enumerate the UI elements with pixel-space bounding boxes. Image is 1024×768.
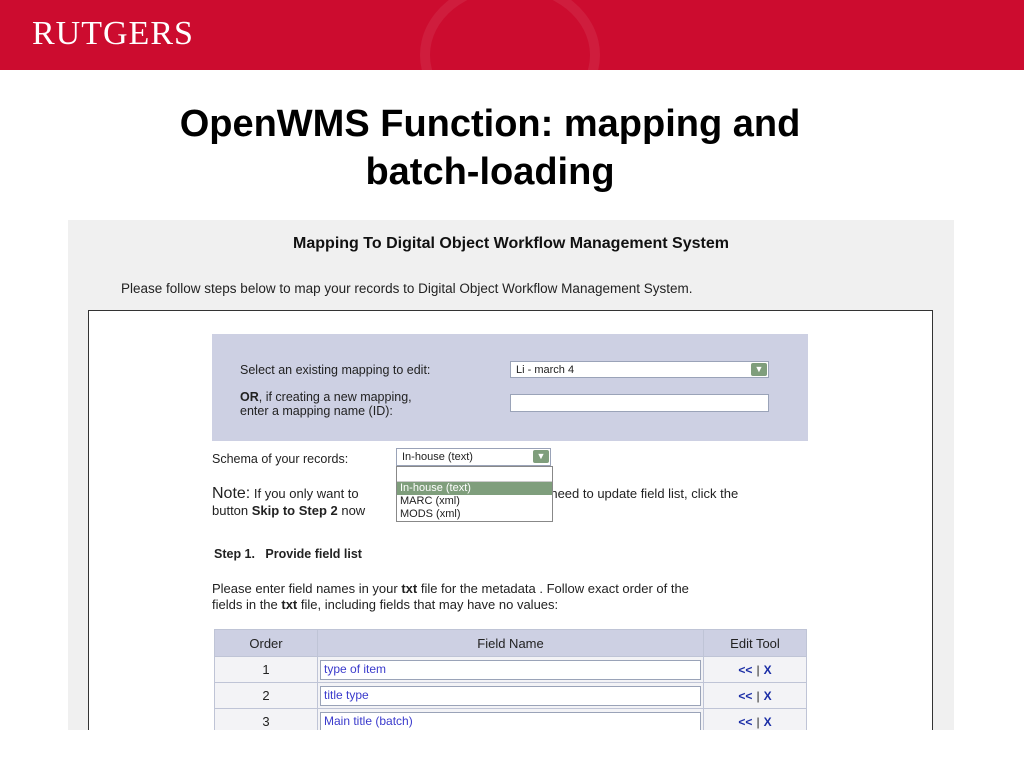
instr-c: fields in the xyxy=(212,597,282,612)
dropdown-blank xyxy=(397,467,552,482)
row-field-cell: type of item xyxy=(317,656,704,683)
chevron-down-icon[interactable]: ▼ xyxy=(533,450,549,463)
schema-label: Schema of your records: xyxy=(212,452,349,466)
move-button[interactable]: << xyxy=(738,663,752,677)
row-order: 3 xyxy=(214,708,318,730)
table-row: 1 type of item << | X xyxy=(214,656,807,683)
row-edit-tool: << | X xyxy=(703,708,807,730)
note-line2-a: button xyxy=(212,503,252,518)
order-header: Order xyxy=(214,629,318,657)
tool-separator: | xyxy=(756,662,760,677)
or-rest-line2: enter a mapping name (ID): xyxy=(240,404,393,418)
step1-title: Step 1. Provide field list xyxy=(214,547,362,561)
field-name-input[interactable]: Main title (batch) xyxy=(320,711,701,730)
note-head: Note: xyxy=(212,485,251,502)
table-header-row: Order Field Name Edit Tool xyxy=(214,629,807,657)
slide-title-line2: batch-loading xyxy=(365,151,615,193)
step1-instructions: Please enter field names in your txt fil… xyxy=(212,581,812,613)
app-screenshot: Mapping To Digital Object Workflow Manag… xyxy=(68,220,954,730)
row-field-cell: title type xyxy=(317,682,704,709)
field-list-table: Order Field Name Edit Tool 1 type of ite… xyxy=(214,629,807,730)
instr-a: Please enter field names in your xyxy=(212,581,402,596)
skip-step2-text: Skip to Step 2 xyxy=(251,503,338,518)
watermark-seal xyxy=(420,0,600,70)
tool-separator: | xyxy=(756,688,760,703)
field-name-header: Field Name xyxy=(317,629,704,657)
or-label: OR xyxy=(240,390,259,404)
delete-button[interactable]: X xyxy=(764,689,772,703)
new-mapping-input[interactable] xyxy=(510,394,769,412)
field-name-input[interactable]: title type xyxy=(320,685,701,706)
new-mapping-label: OR, if creating a new mapping, enter a m… xyxy=(240,390,412,418)
chevron-down-icon[interactable]: ▼ xyxy=(751,363,767,376)
instr-bold2: txt xyxy=(281,597,298,612)
instr-bold1: txt xyxy=(401,581,418,596)
mapping-frame: Select an existing mapping to edit: Li -… xyxy=(88,310,933,730)
row-edit-tool: << | X xyxy=(703,656,807,683)
slide-title-line1: OpenWMS Function: mapping and xyxy=(179,103,801,145)
note-text-a: If you only want to xyxy=(250,486,359,501)
schema-option-mods[interactable]: MODS (xml) xyxy=(397,508,552,521)
schema-select[interactable]: In-house (text) ▼ xyxy=(396,448,551,466)
schema-option-marc[interactable]: MARC (xml) xyxy=(397,495,552,508)
select-mapping-label: Select an existing mapping to edit: xyxy=(240,363,431,377)
table-row: 3 Main title (batch) << | X xyxy=(214,708,807,730)
existing-mapping-select[interactable]: Li - march 4 ▼ xyxy=(510,361,769,378)
schema-dropdown-list: In-house (text) MARC (xml) MODS (xml) xyxy=(396,466,553,522)
mapping-panel: Select an existing mapping to edit: Li -… xyxy=(212,334,808,441)
move-button[interactable]: << xyxy=(738,715,752,729)
note-line2-b: now xyxy=(337,503,366,518)
schema-selected-value: In-house (text) xyxy=(402,451,473,463)
edit-tool-header: Edit Tool xyxy=(703,629,807,657)
schema-option-inhouse[interactable]: In-house (text) xyxy=(397,482,552,495)
instr-b: file for the metadata . Follow exact ord… xyxy=(417,581,689,596)
note-text-b: not need to update field list, click the xyxy=(528,486,739,501)
instr-d: file, including fields that may have no … xyxy=(297,597,559,612)
row-edit-tool: << | X xyxy=(703,682,807,709)
row-order: 2 xyxy=(214,682,318,709)
existing-mapping-value: Li - march 4 xyxy=(516,364,575,376)
row-order: 1 xyxy=(214,656,318,683)
row-field-cell: Main title (batch) xyxy=(317,708,704,730)
app-heading: Mapping To Digital Object Workflow Manag… xyxy=(293,235,729,252)
app-intro: Please follow steps below to map your re… xyxy=(121,281,693,296)
move-button[interactable]: << xyxy=(738,689,752,703)
slide-title: OpenWMS Function: mapping and batch-load… xyxy=(90,100,890,196)
rutgers-banner: RUTGERS xyxy=(0,0,1024,70)
field-name-input[interactable]: type of item xyxy=(320,659,701,680)
delete-button[interactable]: X xyxy=(764,663,772,677)
table-row: 2 title type << | X xyxy=(214,682,807,709)
or-rest-line1: , if creating a new mapping, xyxy=(258,390,412,404)
tool-separator: | xyxy=(756,714,760,729)
rutgers-logo: RUTGERS xyxy=(32,15,194,52)
delete-button[interactable]: X xyxy=(764,715,772,729)
